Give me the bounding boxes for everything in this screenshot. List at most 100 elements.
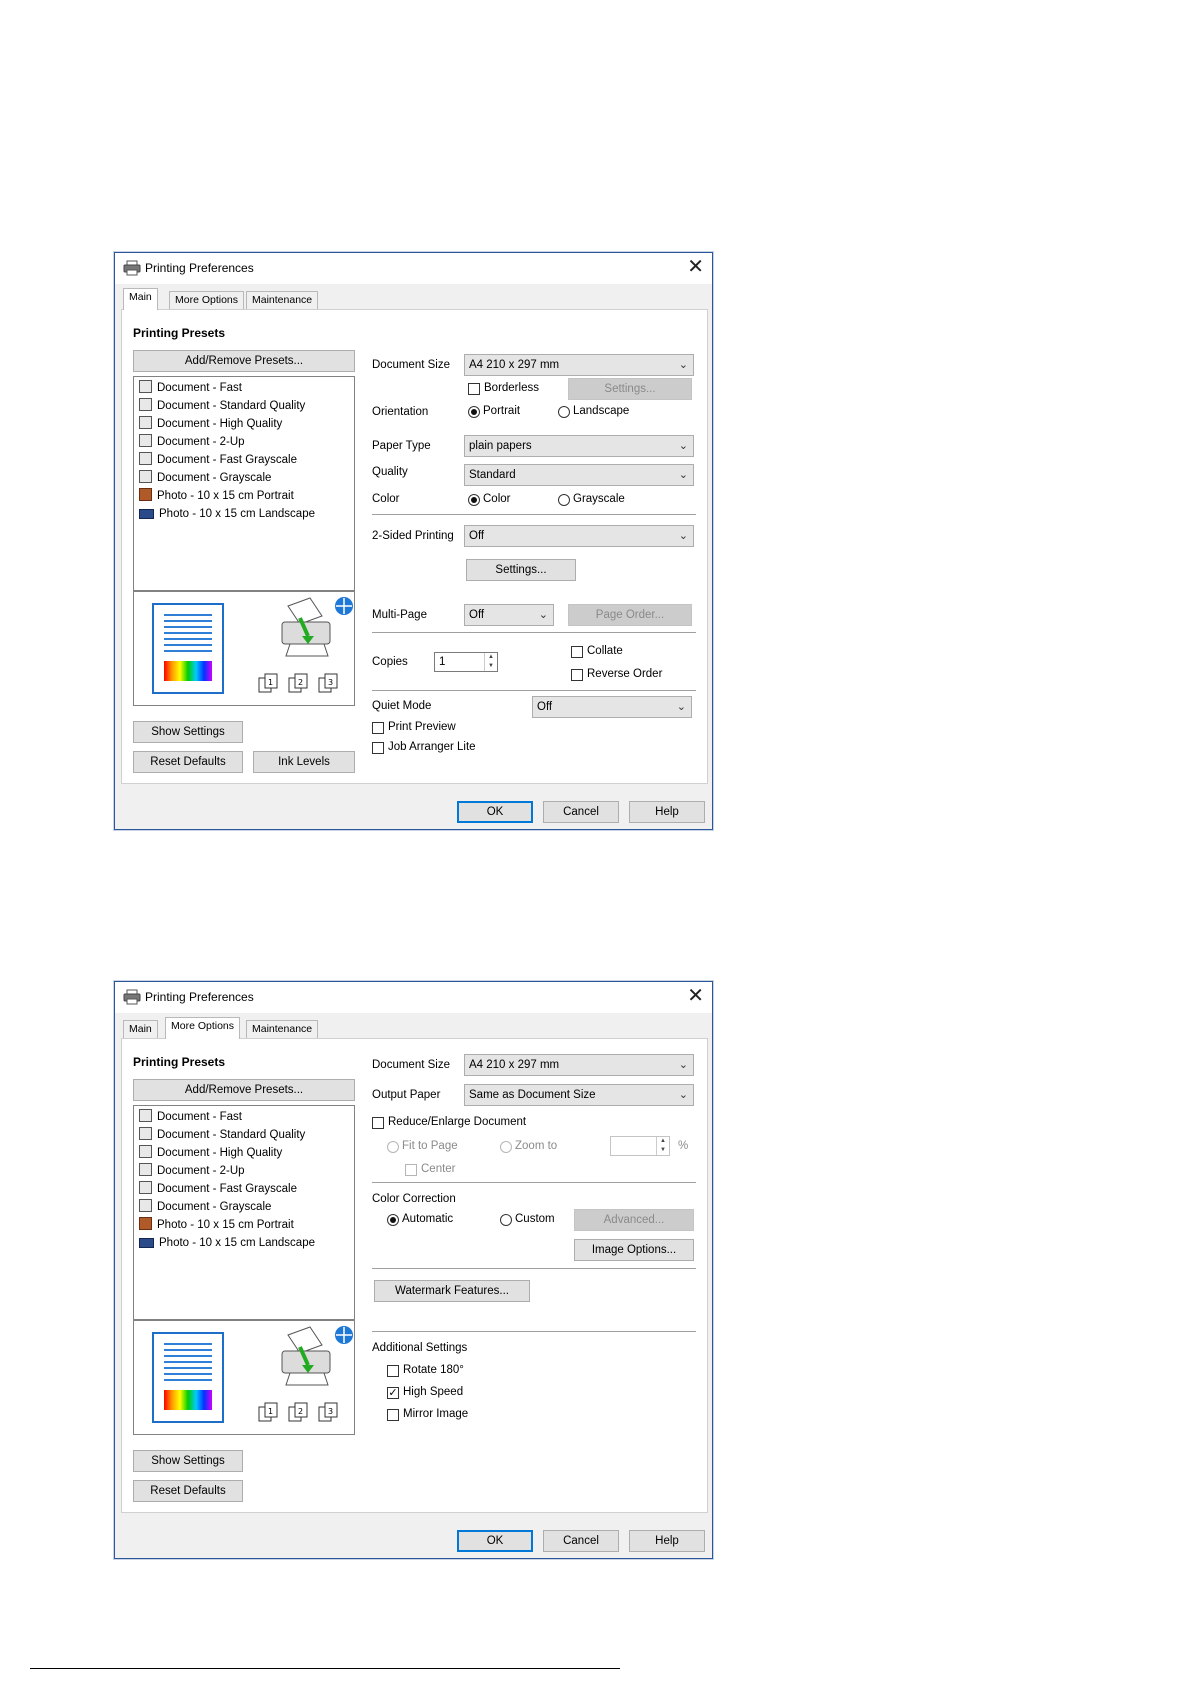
divider xyxy=(372,632,696,633)
reset-defaults-button[interactable]: Reset Defaults xyxy=(133,751,243,773)
ok-button[interactable]: OK xyxy=(457,1530,533,1552)
mirror-image-label: Mirror Image xyxy=(403,1408,469,1420)
copies-value: 1 xyxy=(439,656,446,668)
tab-maintenance[interactable]: Maintenance xyxy=(246,1020,319,1038)
tab-maintenance[interactable]: Maintenance xyxy=(246,291,319,309)
high-speed-checkbox[interactable]: ✓ xyxy=(387,1387,399,1399)
two-sided-settings-button[interactable]: Settings... xyxy=(466,559,576,581)
preset-item[interactable]: Document - Fast Grayscale xyxy=(139,1181,297,1197)
tab-main[interactable]: Main xyxy=(123,288,158,310)
spin-arrows-icon[interactable]: ▲ ▼ xyxy=(484,653,497,671)
chevron-down-icon: ⌄ xyxy=(678,440,688,452)
collate-checkbox[interactable] xyxy=(571,646,583,658)
grayscale-radio[interactable] xyxy=(558,494,570,506)
tab-main[interactable]: Main xyxy=(123,1020,158,1038)
quiet-mode-select[interactable]: Off ⌄ xyxy=(532,696,692,718)
paper-type-select[interactable]: plain papers ⌄ xyxy=(464,435,694,457)
preset-item[interactable]: Document - Fast xyxy=(139,380,242,396)
show-settings-button[interactable]: Show Settings xyxy=(133,1450,243,1472)
custom-radio[interactable] xyxy=(500,1214,512,1226)
document-icon xyxy=(139,1181,152,1194)
reverse-order-checkbox[interactable] xyxy=(571,669,583,681)
cancel-button[interactable]: Cancel xyxy=(543,1530,619,1552)
landscape-radio[interactable] xyxy=(558,406,570,418)
reset-defaults-button[interactable]: Reset Defaults xyxy=(133,1480,243,1502)
zoom-to-radio[interactable] xyxy=(500,1141,512,1153)
document-size-select[interactable]: A4 210 x 297 mm ⌄ xyxy=(464,1054,694,1076)
title-bar: Printing Preferences ✕ xyxy=(115,982,712,1013)
copies-icon: 3 xyxy=(318,673,338,693)
quality-select[interactable]: Standard ⌄ xyxy=(464,464,694,486)
divider xyxy=(372,1331,696,1332)
cancel-button[interactable]: Cancel xyxy=(543,801,619,823)
preset-item[interactable]: Document - Grayscale xyxy=(139,1199,271,1215)
print-preview-checkbox[interactable] xyxy=(372,722,384,734)
help-button[interactable]: Help xyxy=(629,1530,705,1552)
mirror-image-checkbox[interactable] xyxy=(387,1409,399,1421)
portrait-radio[interactable] xyxy=(468,406,480,418)
center-checkbox[interactable] xyxy=(405,1164,417,1176)
document-size-label: Document Size xyxy=(372,1059,450,1071)
rotate-180-checkbox[interactable] xyxy=(387,1365,399,1377)
fit-to-page-radio[interactable] xyxy=(387,1141,399,1153)
preset-item[interactable]: Document - 2-Up xyxy=(139,434,245,450)
preset-item[interactable]: Document - 2-Up xyxy=(139,1163,245,1179)
reverse-order-label: Reverse Order xyxy=(587,668,663,680)
preset-item[interactable]: Document - Fast xyxy=(139,1109,242,1125)
borderless-checkbox[interactable] xyxy=(468,383,480,395)
preset-item[interactable]: Document - High Quality xyxy=(139,416,282,432)
advanced-button[interactable]: Advanced... xyxy=(574,1209,694,1231)
reduce-enlarge-checkbox[interactable] xyxy=(372,1117,384,1129)
preset-item[interactable]: Photo - 10 x 15 cm Landscape xyxy=(139,1235,315,1251)
photo-portrait-icon xyxy=(139,488,152,501)
preset-item[interactable]: Photo - 10 x 15 cm Portrait xyxy=(139,488,294,504)
preset-item[interactable]: Document - Standard Quality xyxy=(139,1127,305,1143)
tab-more-options[interactable]: More Options xyxy=(165,1017,241,1039)
add-remove-presets-button[interactable]: Add/Remove Presets... xyxy=(133,350,355,372)
ink-levels-button[interactable]: Ink Levels xyxy=(253,751,355,773)
paper-preview xyxy=(152,1332,224,1423)
preset-item[interactable]: Document - Standard Quality xyxy=(139,398,305,414)
copies-stepper[interactable]: 1 ▲ ▼ xyxy=(434,652,498,672)
spin-arrows-icon[interactable]: ▲ ▼ xyxy=(656,1137,669,1155)
add-remove-presets-button[interactable]: Add/Remove Presets... xyxy=(133,1079,355,1101)
high-speed-label: High Speed xyxy=(403,1386,464,1398)
output-paper-select[interactable]: Same as Document Size ⌄ xyxy=(464,1084,694,1106)
job-arranger-label: Job Arranger Lite xyxy=(388,741,476,753)
close-icon[interactable]: ✕ xyxy=(687,985,704,1007)
watermark-features-button[interactable]: Watermark Features... xyxy=(374,1280,530,1302)
close-icon[interactable]: ✕ xyxy=(687,256,704,278)
document-size-select[interactable]: A4 210 x 297 mm ⌄ xyxy=(464,354,694,376)
chevron-down-icon: ⌄ xyxy=(538,609,548,621)
multi-page-select[interactable]: Off ⌄ xyxy=(464,604,554,626)
document-icon xyxy=(139,1127,152,1140)
title-bar: Printing Preferences ✕ xyxy=(115,253,712,284)
automatic-radio[interactable] xyxy=(387,1214,399,1226)
preset-label: Photo - 10 x 15 cm Portrait xyxy=(157,1219,294,1231)
grayscale-label: Grayscale xyxy=(573,493,625,505)
color-radio[interactable] xyxy=(468,494,480,506)
preset-list: Document - Fast Document - Standard Qual… xyxy=(133,376,355,591)
page-order-button[interactable]: Page Order... xyxy=(568,604,692,626)
two-sided-select[interactable]: Off ⌄ xyxy=(464,525,694,547)
preset-label: Photo - 10 x 15 cm Landscape xyxy=(159,1237,315,1249)
preset-item[interactable]: Photo - 10 x 15 cm Landscape xyxy=(139,506,315,522)
job-arranger-checkbox[interactable] xyxy=(372,742,384,754)
two-sided-label: 2-Sided Printing xyxy=(372,530,454,542)
multi-page-value: Off xyxy=(469,609,485,621)
ok-button[interactable]: OK xyxy=(457,801,533,823)
preset-item[interactable]: Document - High Quality xyxy=(139,1145,282,1161)
preset-item[interactable]: Document - Fast Grayscale xyxy=(139,452,297,468)
show-settings-button[interactable]: Show Settings xyxy=(133,721,243,743)
borderless-label: Borderless xyxy=(484,382,539,394)
zoom-stepper[interactable]: ▲ ▼ xyxy=(610,1136,670,1156)
copies-icon: 1 xyxy=(258,1402,278,1422)
preset-item[interactable]: Document - Grayscale xyxy=(139,470,271,486)
tab-more-options[interactable]: More Options xyxy=(169,291,245,309)
preset-item[interactable]: Photo - 10 x 15 cm Portrait xyxy=(139,1217,294,1233)
help-button[interactable]: Help xyxy=(629,801,705,823)
output-paper-value: Same as Document Size xyxy=(469,1089,596,1101)
image-options-button[interactable]: Image Options... xyxy=(574,1239,694,1261)
borderless-settings-button[interactable]: Settings... xyxy=(568,378,692,400)
preset-label: Document - High Quality xyxy=(157,418,283,430)
